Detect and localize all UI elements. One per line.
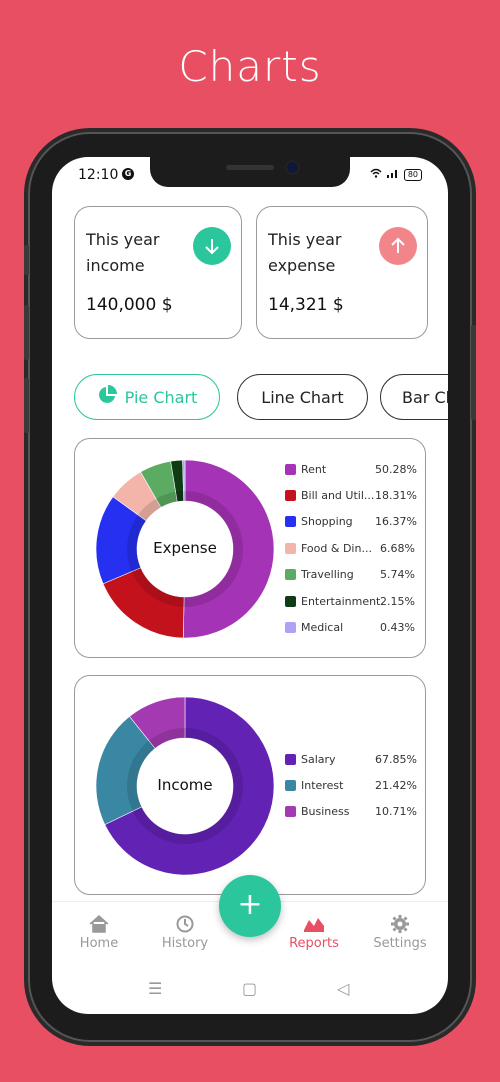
- income-donut-center-label: Income: [157, 776, 213, 794]
- legend-swatch: [285, 595, 296, 607]
- legend-value: 6.68%: [380, 541, 415, 555]
- expense-card-label: This year expense: [268, 230, 342, 275]
- legend-value: 50.28%: [375, 462, 417, 476]
- app-screen: 12:10 G 80 This year income 140,000 $ Th…: [52, 157, 448, 1014]
- expense-card[interactable]: This year expense 14,321 $: [256, 206, 428, 339]
- home-square-icon[interactable]: ▢: [242, 979, 257, 998]
- nav-item-label: Settings: [373, 936, 427, 951]
- legend-item: Business 10.71%: [285, 799, 417, 825]
- legend-value: 0.43%: [380, 621, 415, 635]
- income-card-label: This year income: [86, 230, 160, 275]
- legend-swatch: [285, 569, 296, 581]
- arrow-up-icon[interactable]: [379, 227, 417, 265]
- legend-swatch: [285, 542, 296, 554]
- notch: [150, 157, 350, 187]
- nav-item-settings[interactable]: Settings: [360, 914, 440, 951]
- status-icons: 80: [370, 168, 422, 181]
- legend-item: Shopping 16.37%: [285, 509, 417, 535]
- legend-label: Travelling: [301, 568, 354, 582]
- legend-value: 10.71%: [375, 805, 417, 819]
- notification-icon: G: [122, 168, 134, 180]
- legend-label: Entertainment: [301, 594, 381, 608]
- legend-label: Interest: [301, 779, 344, 793]
- legend-swatch: [285, 490, 296, 502]
- status-time: 12:10: [78, 167, 119, 183]
- legend-item: Medical 0.43%: [285, 614, 415, 640]
- legend-label: Medical: [301, 621, 344, 635]
- tab-line-chart-label: Line Chart: [261, 387, 344, 407]
- legend-label: Rent: [301, 462, 327, 476]
- legend-swatch: [285, 622, 296, 634]
- legend-swatch: [285, 806, 296, 818]
- wifi-icon: [370, 168, 382, 181]
- nav-item-home[interactable]: Home: [59, 914, 139, 951]
- legend-swatch: [285, 780, 296, 792]
- back-icon[interactable]: ◁: [337, 979, 349, 998]
- nav-item-label: Home: [79, 936, 119, 951]
- history-icon: [176, 915, 194, 933]
- legend-item: Food & Din... 6.68%: [285, 535, 415, 561]
- battery-icon: 80: [403, 168, 422, 181]
- page-title: Charts: [178, 42, 322, 91]
- legend-label: Business: [301, 805, 350, 819]
- expense-legend: Rent 50.28% Bill and Util... 18.31% Shopping…: [285, 456, 417, 641]
- legend-item: Travelling 5.74%: [285, 562, 415, 588]
- legend-item: Rent 50.28%: [285, 456, 417, 482]
- tab-line-chart[interactable]: Line Chart: [237, 374, 368, 420]
- phone-side-button: [24, 378, 29, 433]
- pie-chart-icon: [97, 385, 117, 409]
- expense-card-value: 14,321 $: [268, 295, 344, 315]
- arrow-down-icon[interactable]: [193, 227, 231, 265]
- speaker: [226, 165, 274, 170]
- legend-value: 18.31%: [375, 489, 417, 503]
- phone-side-button: [24, 245, 29, 275]
- legend-swatch: [285, 753, 296, 765]
- legend-item: Interest 21.42%: [285, 772, 417, 798]
- add-transaction-button[interactable]: +: [219, 875, 281, 937]
- income-legend: Salary 67.85% Interest 21.42% Business 10.71%: [285, 746, 417, 825]
- legend-value: 67.85%: [375, 752, 417, 766]
- legend-label: Salary: [301, 752, 336, 766]
- nav-item-reports[interactable]: Reports: [274, 914, 354, 951]
- legend-label: Food & Din...: [301, 541, 372, 555]
- tab-bar-chart[interactable]: Bar Ch: [380, 374, 448, 420]
- legend-item: Salary 67.85%: [285, 746, 417, 772]
- legend-value: 21.42%: [375, 779, 417, 793]
- nav-item-history[interactable]: History: [145, 914, 225, 951]
- menu-icon[interactable]: ☰: [148, 979, 162, 998]
- legend-swatch: [285, 516, 296, 528]
- legend-value: 2.15%: [380, 594, 415, 608]
- camera: [287, 162, 298, 173]
- income-chart-card: Income Salary 67.85% Interest 21.42% Busines…: [74, 675, 426, 895]
- legend-value: 5.74%: [380, 568, 415, 582]
- legend-swatch: [285, 463, 296, 475]
- reports-icon: [304, 918, 324, 932]
- nav-item-label: Reports: [289, 936, 339, 951]
- legend-item: Bill and Util... 18.31%: [285, 482, 417, 508]
- income-card-value: 140,000 $: [86, 295, 173, 315]
- phone-side-button: [471, 325, 476, 420]
- nav-item-label: History: [161, 936, 209, 951]
- legend-label: Shopping: [301, 515, 353, 529]
- phone-side-button: [24, 305, 29, 360]
- gear-icon: [391, 915, 409, 933]
- legend-value: 16.37%: [375, 515, 417, 529]
- system-nav-bar: ☰ ▢ ◁: [52, 975, 448, 1005]
- tab-pie-chart-label: Pie Chart: [124, 387, 198, 407]
- expense-donut-center-label: Expense: [153, 539, 217, 557]
- tab-pie-chart[interactable]: Pie Chart: [74, 374, 220, 420]
- legend-label: Bill and Util...: [301, 489, 375, 503]
- legend-item: Entertainment 2.15%: [285, 588, 415, 614]
- signal-icon: [386, 168, 400, 181]
- income-card[interactable]: This year income 140,000 $: [74, 206, 242, 339]
- tab-bar-chart-label: Bar Ch: [402, 387, 448, 407]
- expense-chart-card: Expense Rent 50.28% Bill and Util... 18.31%…: [74, 438, 426, 658]
- home-icon: [89, 914, 109, 933]
